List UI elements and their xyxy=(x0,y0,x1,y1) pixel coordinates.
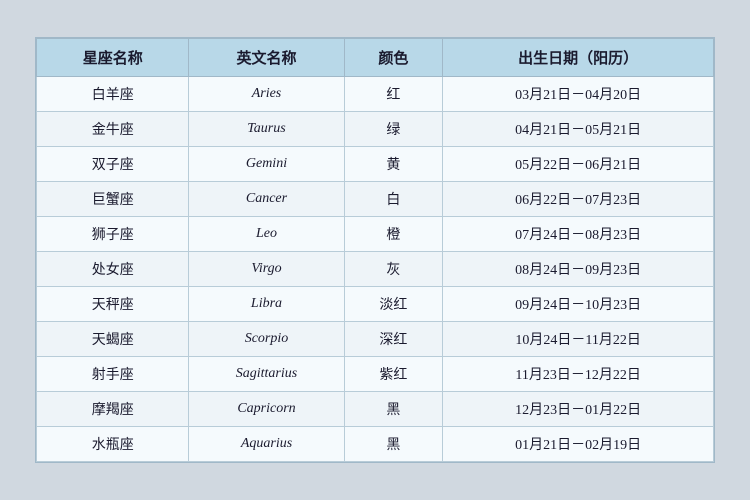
cell-dates: 12月23日－01月22日 xyxy=(443,392,714,427)
cell-chinese-name: 狮子座 xyxy=(37,217,189,252)
cell-color: 绿 xyxy=(344,112,443,147)
table-row: 天蝎座Scorpio深红10月24日－11月22日 xyxy=(37,322,714,357)
cell-color: 黑 xyxy=(344,392,443,427)
header-color: 颜色 xyxy=(344,39,443,77)
cell-color: 白 xyxy=(344,182,443,217)
cell-dates: 10月24日－11月22日 xyxy=(443,322,714,357)
cell-color: 黄 xyxy=(344,147,443,182)
cell-english-name: Leo xyxy=(189,217,344,252)
cell-color: 橙 xyxy=(344,217,443,252)
cell-dates: 11月23日－12月22日 xyxy=(443,357,714,392)
cell-dates: 04月21日－05月21日 xyxy=(443,112,714,147)
cell-chinese-name: 水瓶座 xyxy=(37,427,189,462)
cell-chinese-name: 金牛座 xyxy=(37,112,189,147)
cell-chinese-name: 处女座 xyxy=(37,252,189,287)
cell-english-name: Cancer xyxy=(189,182,344,217)
table-body: 白羊座Aries红03月21日－04月20日金牛座Taurus绿04月21日－0… xyxy=(37,77,714,462)
cell-dates: 05月22日－06月21日 xyxy=(443,147,714,182)
cell-color: 红 xyxy=(344,77,443,112)
cell-english-name: Gemini xyxy=(189,147,344,182)
table-header-row: 星座名称 英文名称 颜色 出生日期（阳历） xyxy=(37,39,714,77)
cell-dates: 01月21日－02月19日 xyxy=(443,427,714,462)
table-row: 双子座Gemini黄05月22日－06月21日 xyxy=(37,147,714,182)
cell-chinese-name: 双子座 xyxy=(37,147,189,182)
cell-english-name: Virgo xyxy=(189,252,344,287)
header-chinese-name: 星座名称 xyxy=(37,39,189,77)
cell-color: 深红 xyxy=(344,322,443,357)
table-row: 摩羯座Capricorn黑12月23日－01月22日 xyxy=(37,392,714,427)
cell-chinese-name: 摩羯座 xyxy=(37,392,189,427)
cell-english-name: Aquarius xyxy=(189,427,344,462)
cell-dates: 07月24日－08月23日 xyxy=(443,217,714,252)
table-row: 狮子座Leo橙07月24日－08月23日 xyxy=(37,217,714,252)
cell-dates: 06月22日－07月23日 xyxy=(443,182,714,217)
cell-color: 灰 xyxy=(344,252,443,287)
header-dates: 出生日期（阳历） xyxy=(443,39,714,77)
cell-english-name: Sagittarius xyxy=(189,357,344,392)
table-row: 处女座Virgo灰08月24日－09月23日 xyxy=(37,252,714,287)
cell-dates: 03月21日－04月20日 xyxy=(443,77,714,112)
zodiac-table-container: 星座名称 英文名称 颜色 出生日期（阳历） 白羊座Aries红03月21日－04… xyxy=(35,37,715,463)
table-row: 射手座Sagittarius紫红11月23日－12月22日 xyxy=(37,357,714,392)
header-english-name: 英文名称 xyxy=(189,39,344,77)
cell-chinese-name: 射手座 xyxy=(37,357,189,392)
table-row: 巨蟹座Cancer白06月22日－07月23日 xyxy=(37,182,714,217)
cell-chinese-name: 巨蟹座 xyxy=(37,182,189,217)
cell-color: 紫红 xyxy=(344,357,443,392)
table-row: 白羊座Aries红03月21日－04月20日 xyxy=(37,77,714,112)
table-row: 水瓶座Aquarius黑01月21日－02月19日 xyxy=(37,427,714,462)
table-row: 天秤座Libra淡红09月24日－10月23日 xyxy=(37,287,714,322)
cell-dates: 09月24日－10月23日 xyxy=(443,287,714,322)
cell-english-name: Aries xyxy=(189,77,344,112)
cell-chinese-name: 天蝎座 xyxy=(37,322,189,357)
cell-dates: 08月24日－09月23日 xyxy=(443,252,714,287)
cell-color: 淡红 xyxy=(344,287,443,322)
cell-english-name: Capricorn xyxy=(189,392,344,427)
table-row: 金牛座Taurus绿04月21日－05月21日 xyxy=(37,112,714,147)
cell-chinese-name: 天秤座 xyxy=(37,287,189,322)
cell-english-name: Taurus xyxy=(189,112,344,147)
cell-chinese-name: 白羊座 xyxy=(37,77,189,112)
cell-english-name: Libra xyxy=(189,287,344,322)
cell-color: 黑 xyxy=(344,427,443,462)
cell-english-name: Scorpio xyxy=(189,322,344,357)
zodiac-table: 星座名称 英文名称 颜色 出生日期（阳历） 白羊座Aries红03月21日－04… xyxy=(36,38,714,462)
